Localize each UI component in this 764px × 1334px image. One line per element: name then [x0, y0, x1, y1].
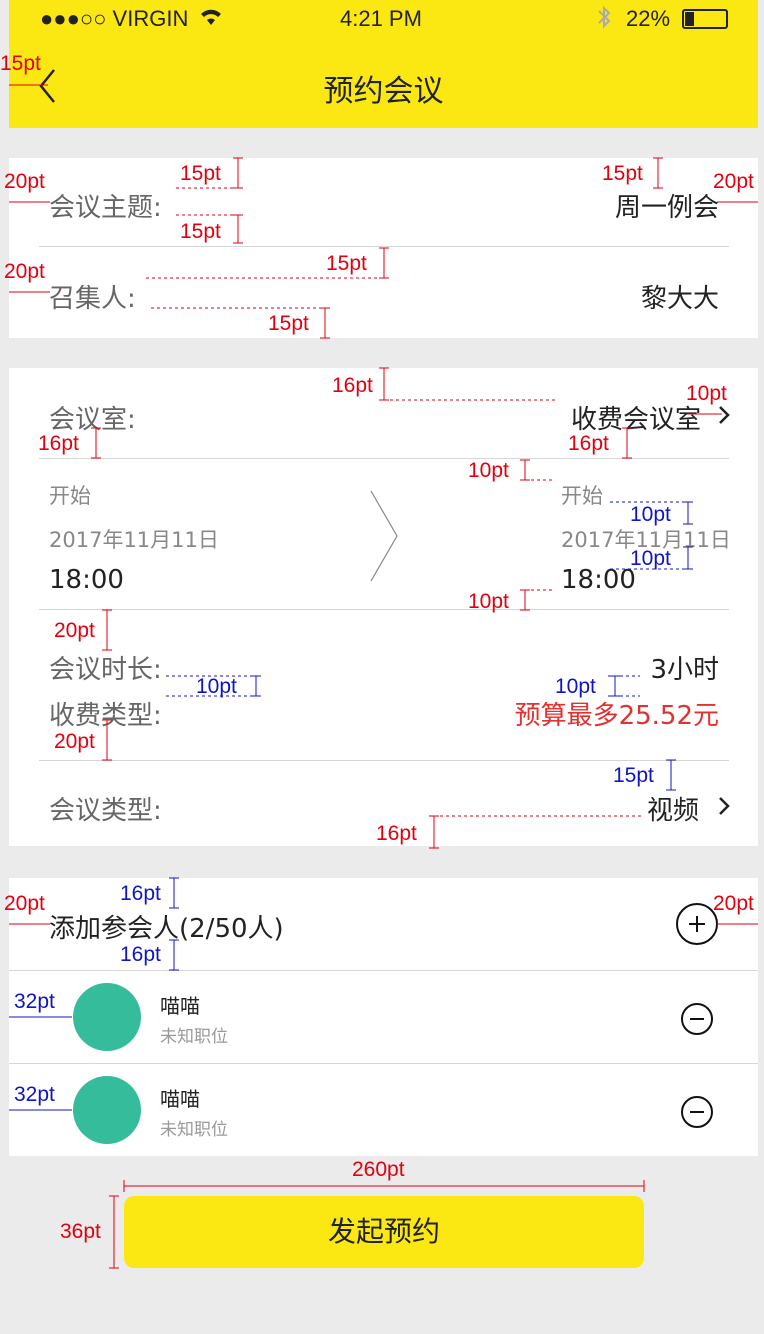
- spec-label: 10pt: [468, 459, 509, 482]
- spec-label: 20pt: [54, 730, 95, 753]
- spec-label: 20pt: [4, 892, 45, 915]
- spec-label: 32pt: [14, 990, 55, 1013]
- spec-label: 15pt: [326, 252, 367, 275]
- spec-label: 15pt: [613, 764, 654, 787]
- spec-label: 16pt: [120, 943, 161, 966]
- spec-label: 10pt: [555, 675, 596, 698]
- spec-label: 20pt: [4, 260, 45, 283]
- spec-label: 36pt: [60, 1220, 101, 1243]
- spec-label: 16pt: [376, 822, 417, 845]
- spec-label: 10pt: [196, 675, 237, 698]
- spec-label: 10pt: [686, 382, 727, 405]
- spec-lines-overlay: [9, 84, 758, 1269]
- spec-label: 15pt: [180, 220, 221, 243]
- spec-label: 32pt: [14, 1083, 55, 1106]
- spec-label: 20pt: [54, 619, 95, 642]
- spec-label: 16pt: [120, 882, 161, 905]
- spec-label: 16pt: [568, 432, 609, 455]
- spec-label: 16pt: [332, 374, 373, 397]
- spec-label: 15pt: [602, 162, 643, 185]
- spec-label: 20pt: [4, 170, 45, 193]
- spec-label: 20pt: [713, 170, 754, 193]
- spec-label: 15pt: [268, 312, 309, 335]
- spec-label: 260pt: [352, 1158, 405, 1181]
- spec-label: 15pt: [180, 162, 221, 185]
- spec-label: 10pt: [468, 590, 509, 613]
- spec-label: 15pt: [0, 52, 41, 75]
- spec-label: 20pt: [713, 892, 754, 915]
- spec-label: 16pt: [38, 432, 79, 455]
- spec-label: 10pt: [630, 547, 671, 570]
- spec-label: 10pt: [630, 503, 671, 526]
